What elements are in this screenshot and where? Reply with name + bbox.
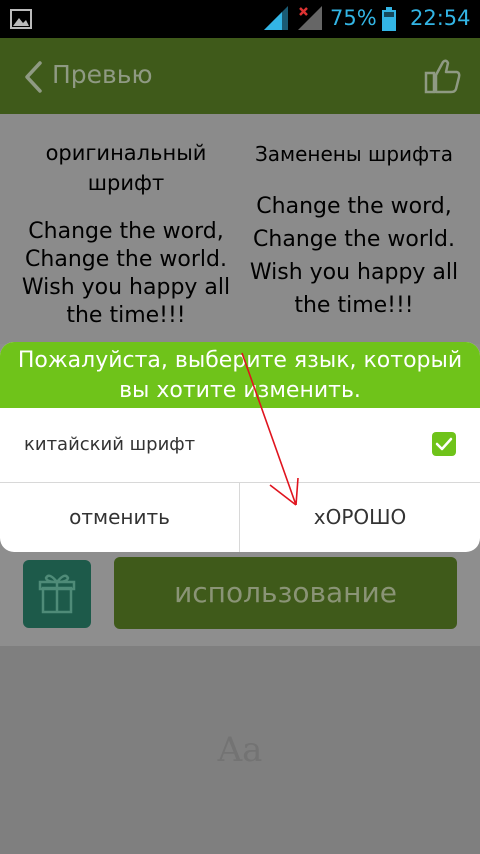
sample-line: Change the word, bbox=[28, 219, 224, 244]
sample-line: the time!!! bbox=[66, 303, 186, 328]
battery-percent: 75% bbox=[330, 6, 377, 30]
font-preview: оригинальный шрифт Change the word, Chan… bbox=[0, 114, 480, 344]
sample-line: Wish you happy all bbox=[249, 260, 459, 285]
language-dialog: Пожалуйста, выберите язык, который вы хо… bbox=[0, 342, 480, 552]
signal-icon bbox=[264, 6, 288, 30]
original-font-column: оригинальный шрифт Change the word, Chan… bbox=[16, 138, 236, 330]
gift-icon bbox=[38, 574, 76, 614]
dialog-title: Пожалуйста, выберите язык, который вы хо… bbox=[0, 342, 480, 408]
original-font-sample: Change the word, Change the world. Wish … bbox=[16, 218, 236, 330]
battery-icon bbox=[382, 7, 396, 31]
check-icon bbox=[435, 437, 453, 451]
font-sample-area: Aa bbox=[0, 646, 480, 854]
gift-button[interactable] bbox=[23, 560, 91, 628]
checkbox[interactable] bbox=[432, 432, 456, 456]
status-bar: 75% 22:54 bbox=[0, 0, 480, 38]
thumbs-up-icon[interactable] bbox=[424, 58, 462, 94]
action-bar: использование bbox=[0, 552, 480, 646]
font-sample-text: Aa bbox=[217, 730, 263, 770]
clock: 22:54 bbox=[410, 6, 471, 30]
ok-button[interactable]: хОРОШО bbox=[240, 483, 480, 552]
sample-line: Change the world. bbox=[25, 247, 227, 272]
replaced-font-column: Заменены шрифта Change the word, Change … bbox=[244, 138, 464, 322]
page-title[interactable]: Превью bbox=[52, 60, 153, 89]
sample-line: Wish you happy all bbox=[21, 275, 231, 300]
signal-no-sim-icon bbox=[298, 6, 322, 30]
chinese-font-option[interactable]: китайский шрифт bbox=[0, 408, 480, 483]
replaced-font-header: Заменены шрифта bbox=[254, 142, 454, 166]
use-button[interactable]: использование bbox=[114, 557, 457, 629]
sample-line: the time!!! bbox=[294, 293, 414, 318]
option-label: китайский шрифт bbox=[24, 434, 196, 455]
sample-line: Change the word, bbox=[256, 194, 452, 219]
sample-line: Change the world. bbox=[253, 227, 455, 252]
toolbar: Превью bbox=[0, 38, 480, 114]
original-font-header: оригинальный шрифт bbox=[45, 141, 207, 195]
chevron-left-icon[interactable] bbox=[22, 60, 46, 94]
replaced-font-sample: Change the word, Change the world. Wish … bbox=[244, 190, 464, 322]
image-notification-icon bbox=[10, 9, 32, 29]
cancel-button[interactable]: отменить bbox=[0, 483, 240, 552]
